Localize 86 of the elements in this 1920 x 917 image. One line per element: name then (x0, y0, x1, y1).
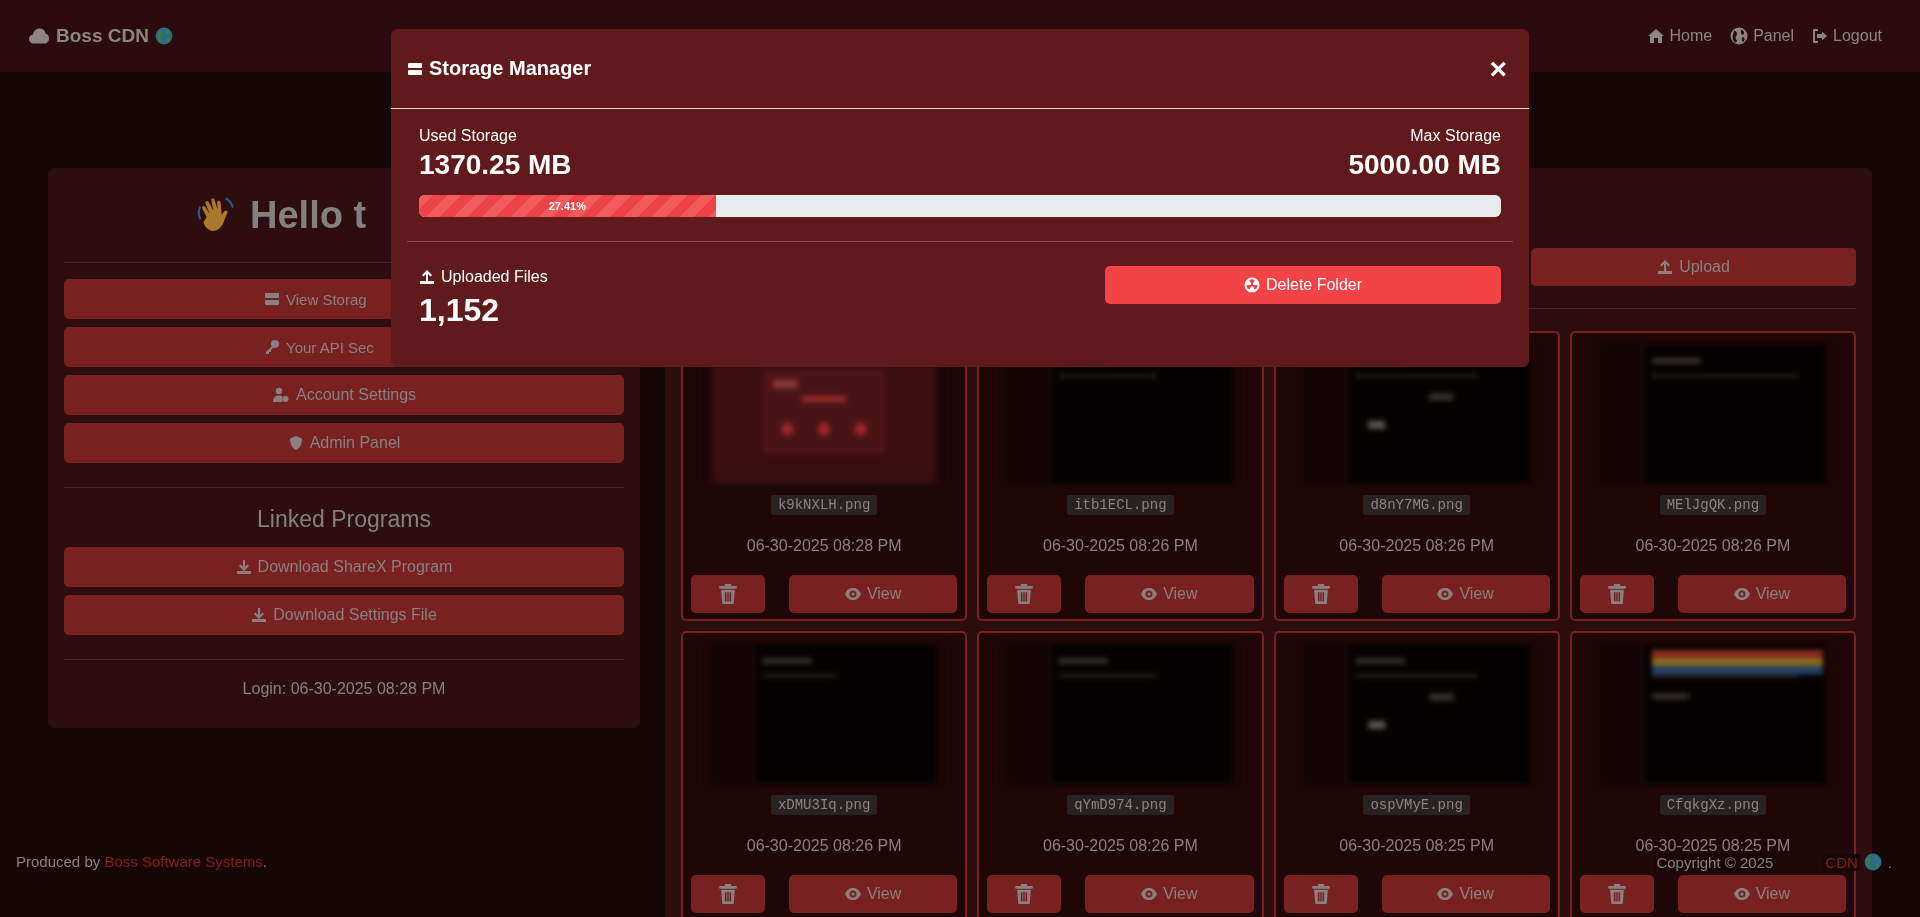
view-button[interactable]: View (789, 575, 958, 613)
upload-button[interactable]: Upload (1531, 248, 1856, 286)
file-date: 06-30-2025 08:26 PM (1635, 537, 1791, 555)
footer-credit: Produced by Boss Software Systems. (16, 853, 267, 871)
file-name: xDMU3Iq.png (770, 795, 878, 815)
file-name: d8nY7MG.png (1363, 495, 1470, 515)
trash-icon (1310, 583, 1331, 605)
shield-icon (287, 435, 304, 451)
download-icon (251, 607, 268, 623)
view-button[interactable]: View (1677, 575, 1846, 613)
globe-icon (1730, 27, 1749, 45)
delete-folder-button[interactable]: Delete Folder (1105, 266, 1501, 304)
trash-icon (1310, 883, 1331, 905)
home-icon (1648, 28, 1665, 44)
trash-icon (718, 583, 738, 605)
file-date: 06-30-2025 08:26 PM (1043, 537, 1198, 555)
view-button[interactable]: View (1381, 575, 1550, 613)
trash-icon (1606, 583, 1627, 605)
eye-icon (844, 586, 861, 602)
view-button[interactable]: View (789, 875, 958, 913)
globe-icon (154, 27, 173, 45)
modal-title: Storage Manager (429, 57, 592, 80)
radiation-icon (1243, 277, 1260, 293)
file-name: CfqkgXz.png (1659, 795, 1767, 815)
file-name: ospVMyE.png (1363, 795, 1470, 815)
login-time: Login: 06-30-2025 08:28 PM (241, 679, 447, 699)
download-button[interactable]: Download ShareX Program (64, 547, 624, 587)
file-date: 06-30-2025 08:25 PM (1339, 837, 1494, 855)
section-heading: Linked Programs (256, 506, 432, 533)
view-button[interactable]: View (1085, 875, 1254, 913)
server-icon (407, 60, 423, 77)
logout-icon (1812, 28, 1829, 44)
view-button[interactable]: View (1085, 575, 1254, 613)
view-button[interactable]: View (1677, 875, 1846, 913)
stat-label: Used Storage (419, 127, 518, 145)
nav-link[interactable]: Panel (1730, 27, 1795, 45)
sidebar-button[interactable]: Admin Panel (64, 423, 624, 463)
eye-icon (1733, 886, 1750, 902)
trash-icon (1606, 883, 1627, 905)
eye-icon (1141, 586, 1158, 602)
stat-value: 5000.00 MB (1348, 149, 1501, 181)
nav-link[interactable]: Logout (1812, 27, 1882, 45)
nav-link[interactable]: Home (1648, 27, 1713, 45)
eye-icon (1733, 586, 1750, 602)
cloud-icon (28, 26, 50, 46)
sidebar-button[interactable]: Account Settings (64, 375, 624, 415)
trash-icon (1014, 883, 1035, 905)
delete-button[interactable] (987, 575, 1062, 613)
file-date: 06-30-2025 08:26 PM (746, 837, 902, 855)
progress-fill: 27.41% (419, 195, 716, 217)
eye-icon (1437, 886, 1454, 902)
upload-icon (1657, 259, 1674, 275)
eye-icon (1141, 886, 1158, 902)
delete-button[interactable] (987, 875, 1062, 913)
eye-icon (844, 886, 861, 902)
file-date: 06-30-2025 08:25 PM (1635, 837, 1791, 855)
delete-button[interactable] (1579, 575, 1654, 613)
file-date: 06-30-2025 08:28 PM (746, 537, 902, 555)
view-button[interactable]: View (1381, 875, 1550, 913)
stat-label: Max Storage (1409, 127, 1501, 145)
file-name: itb1ECL.png (1067, 495, 1174, 515)
trash-icon (718, 883, 738, 905)
close-button[interactable]: × (1487, 53, 1509, 84)
file-name: MElJgQK.png (1659, 495, 1767, 515)
delete-button[interactable] (691, 875, 765, 913)
server-icon (264, 291, 280, 307)
eye-icon (1437, 586, 1454, 602)
trash-icon (1014, 583, 1035, 605)
file-name: k9kNXLH.png (770, 495, 878, 515)
delete-button[interactable] (691, 575, 765, 613)
delete-button[interactable] (1283, 575, 1358, 613)
file-name: qYmD974.png (1067, 795, 1174, 815)
brand-link[interactable]: Boss CDN (28, 25, 173, 47)
delete-button[interactable] (1579, 875, 1654, 913)
file-date: 06-30-2025 08:26 PM (1043, 837, 1198, 855)
download-icon (235, 559, 252, 575)
stat-value: 1370.25 MB (419, 149, 572, 181)
footer-link[interactable]: Boss Software Systems (104, 853, 263, 870)
file-date: 06-30-2025 08:26 PM (1339, 537, 1494, 555)
download-button[interactable]: Download Settings File (64, 595, 624, 635)
user-gear-icon (271, 387, 290, 403)
key-icon (264, 339, 280, 355)
greeting-heading: Hello t (250, 193, 367, 237)
upload-icon (419, 269, 435, 285)
globe-icon (1863, 853, 1882, 871)
delete-button[interactable] (1283, 875, 1358, 913)
